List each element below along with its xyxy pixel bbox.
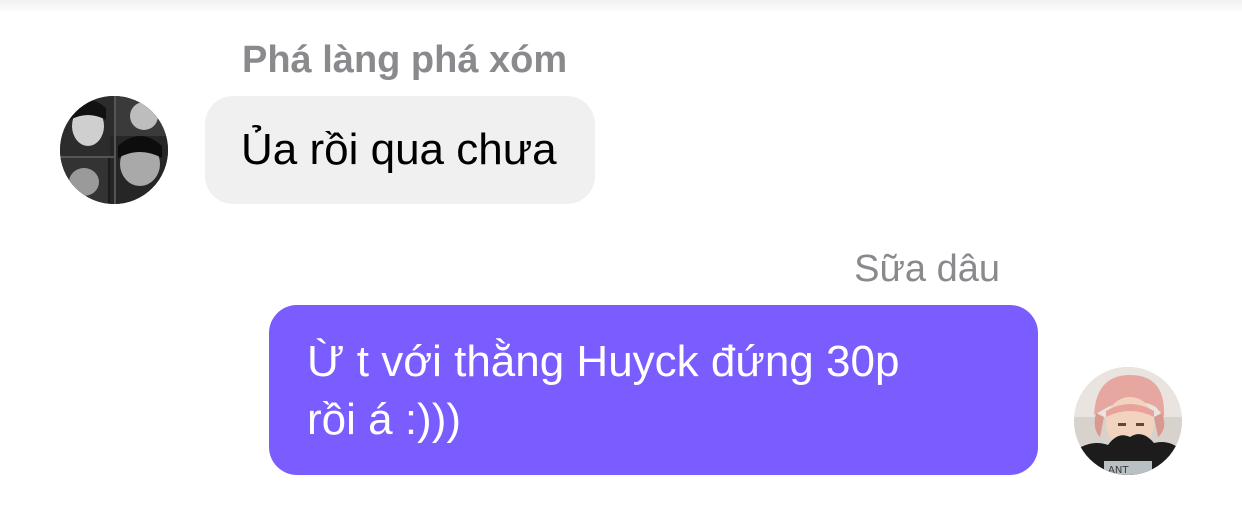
incoming-avatar[interactable] [60, 96, 168, 204]
header-shadow [0, 0, 1242, 14]
svg-text:ANT: ANT [1108, 465, 1129, 475]
monochrome-collage-avatar-image [60, 96, 168, 204]
outgoing-message-text-line-2: rồi á :))) [307, 395, 461, 444]
pink-hair-avatar-image: ANT [1074, 367, 1182, 475]
incoming-message-text: Ủa rồi qua chưa [241, 125, 557, 174]
incoming-message-bubble[interactable]: Ủa rồi qua chưa [205, 96, 595, 204]
incoming-sender-name: Phá làng phá xóm [242, 39, 568, 81]
outgoing-message-bubble[interactable]: Ừ t với thằng Huyck đứng 30p rồi á :))) [269, 305, 1038, 475]
outgoing-sender-name: Sữa dâu [854, 248, 1000, 290]
outgoing-message-text-line-1: Ừ t với thằng Huyck đứng 30p [307, 337, 900, 386]
outgoing-avatar[interactable]: ANT [1074, 367, 1182, 475]
